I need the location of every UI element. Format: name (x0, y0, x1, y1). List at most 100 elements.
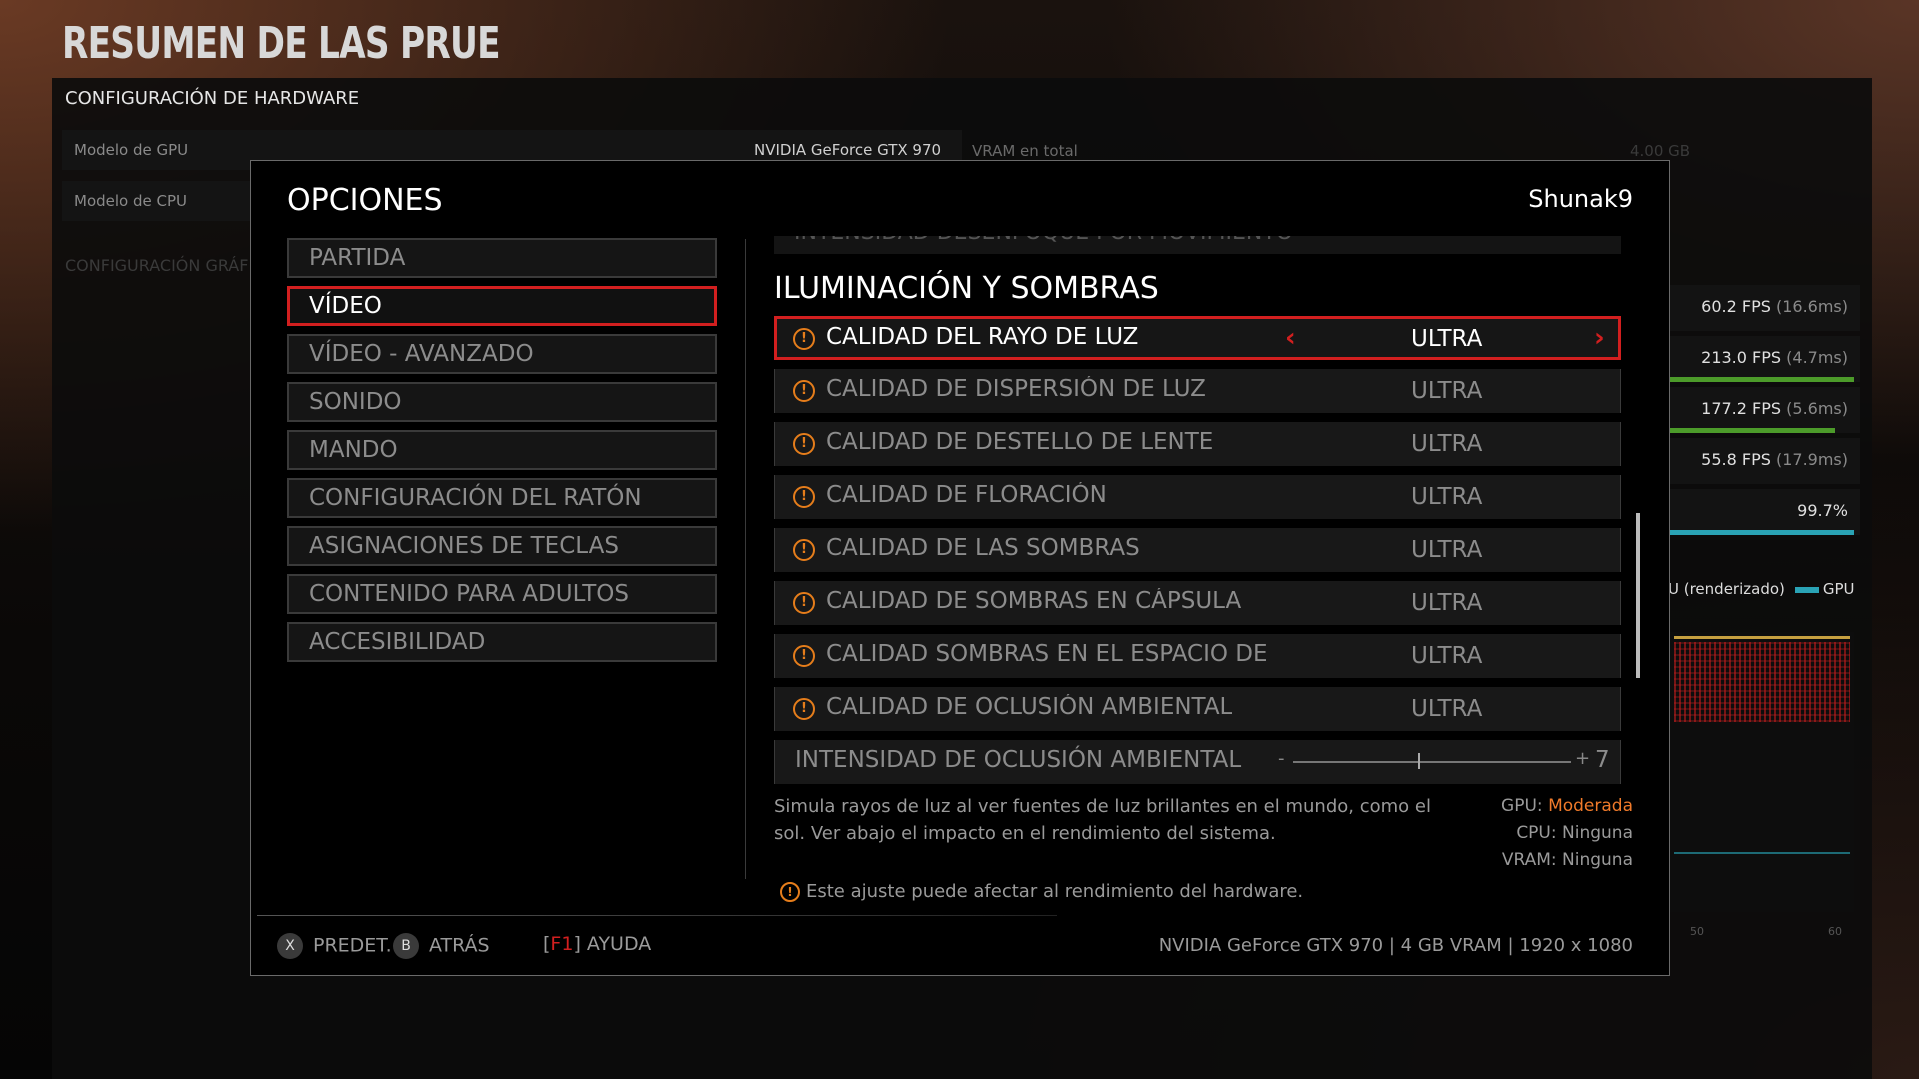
fps-stat: 60.2 FPS (16.6ms) (1670, 285, 1860, 331)
footer-divider (257, 915, 1057, 916)
fps-value: 213.0 FPS (1701, 348, 1782, 367)
option-label: INTENSIDAD DE OCLUSIÓN AMBIENTAL (795, 747, 1242, 773)
option-value: ULTRA (1411, 643, 1483, 669)
gpu-label: Modelo de GPU (74, 141, 189, 159)
fps-stat: 213.0 FPS (4.7ms) (1670, 336, 1860, 382)
warning-note: ! Este ajuste puede afectar al rendimient… (780, 881, 1303, 902)
frame-graph: 50 60 (1670, 632, 1854, 938)
option-label: CALIDAD DE SOMBRAS EN CÁPSULA (826, 588, 1242, 614)
fps-stat: 55.8 FPS (17.9ms) (1670, 438, 1860, 484)
option-label: CALIDAD DE FLORACIÓN (826, 482, 1107, 508)
option-value: ULTRA (1411, 378, 1483, 404)
fps-bar (1670, 428, 1835, 433)
slider-decrease[interactable]: - (1278, 748, 1285, 769)
graph-top-line (1674, 636, 1850, 639)
option-row-bloom[interactable]: ! CALIDAD DE FLORACIÓN ULTRA (774, 475, 1621, 519)
usage-stat: 99.7% (1670, 489, 1860, 535)
menu-item-partida[interactable]: PARTIDA (287, 238, 717, 278)
arrow-left-icon[interactable]: ‹ (1285, 323, 1296, 353)
section-heading: ILUMINACIÓN Y SOMBRAS (774, 271, 1159, 306)
performance-impact: GPU: Moderada CPU: Ninguna VRAM: Ninguna (1501, 793, 1633, 874)
impact-gpu-label: GPU: (1501, 796, 1543, 816)
fps-ms: (5.6ms) (1786, 399, 1848, 418)
graph-gpu-line (1674, 852, 1850, 854)
fps-value: 177.2 FPS (1701, 399, 1782, 418)
back-label: ATRÁS (429, 934, 490, 957)
menu-item-mando[interactable]: MANDO (287, 430, 717, 470)
menu-item-contenido-adultos[interactable]: CONTENIDO PARA ADULTOS (287, 574, 717, 614)
legend-gpu-swatch (1794, 586, 1819, 593)
option-value: ULTRA (1411, 537, 1483, 563)
arrow-right-icon[interactable]: › (1594, 323, 1605, 353)
slider-track[interactable] (1293, 761, 1571, 763)
legend-cpu: U (renderizado) (1668, 580, 1785, 598)
graphics-section-title: CONFIGURACIÓN GRÁF (65, 256, 249, 275)
fps-value: 60.2 FPS (1701, 297, 1771, 316)
option-label: CALIDAD DE LAS SOMBRAS (826, 535, 1140, 561)
default-label: PREDET. (313, 934, 392, 957)
warning-icon: ! (793, 645, 815, 667)
menu-item-video-avanzado[interactable]: VÍDEO - AVANZADO (287, 334, 717, 374)
option-label: CALIDAD DE DISPERSIÓN DE LUZ (826, 376, 1206, 402)
impact-vram-value: Ninguna (1562, 850, 1633, 870)
option-row-light-shaft[interactable]: ! CALIDAD DEL RAYO DE LUZ ‹ ULTRA › (774, 316, 1621, 360)
warning-icon: ! (793, 486, 815, 508)
impact-gpu-value: Moderada (1548, 796, 1633, 816)
warning-icon: ! (793, 433, 815, 455)
option-value: ULTRA (1411, 590, 1483, 616)
menu-item-teclas[interactable]: ASIGNACIONES DE TECLAS (287, 526, 717, 566)
option-row-light-scattering[interactable]: ! CALIDAD DE DISPERSIÓN DE LUZ ULTRA (774, 369, 1621, 413)
slider-handle[interactable] (1418, 753, 1421, 769)
column-divider (745, 239, 746, 879)
help-button[interactable]: [F1] AYUDA (543, 933, 651, 955)
option-description: Simula rayos de luz al ver fuentes de lu… (774, 796, 1431, 844)
option-value: ULTRA (1411, 484, 1483, 510)
warning-icon: ! (780, 882, 800, 902)
default-button[interactable]: X PREDET. (277, 933, 392, 959)
slider-increase[interactable]: + (1575, 748, 1590, 769)
settings-list: INTENSIDAD DESENFOQUE POR MOVIMIENTO ILU… (774, 236, 1624, 784)
usage-bar (1670, 530, 1854, 535)
scrollbar[interactable] (1636, 513, 1640, 678)
graph-legend: U (renderizado) GPU (1668, 580, 1855, 598)
option-row-ambient-occlusion[interactable]: ! CALIDAD DE OCLUSIÓN AMBIENTAL ULTRA (774, 687, 1621, 731)
option-row-shadows[interactable]: ! CALIDAD DE LAS SOMBRAS ULTRA (774, 528, 1621, 572)
menu-item-video[interactable]: VÍDEO (287, 286, 717, 326)
back-button[interactable]: B ATRÁS (393, 933, 490, 959)
option-row-screen-space-shadows[interactable]: ! CALIDAD SOMBRAS EN EL ESPACIO DE PAN U… (774, 634, 1621, 678)
dialog-title: OPCIONES (287, 183, 443, 218)
benchmark-title: RESUMEN DE LAS PRUE (62, 18, 501, 69)
graph-axis-tick: 60 (1828, 925, 1842, 938)
fps-ms: (16.6ms) (1775, 297, 1848, 316)
option-row-motion-blur[interactable]: INTENSIDAD DESENFOQUE POR MOVIMIENTO (774, 236, 1621, 254)
option-label: CALIDAD DE OCLUSIÓN AMBIENTAL (826, 694, 1233, 720)
fps-bar (1670, 377, 1854, 382)
f1-key-close: ] (573, 933, 581, 955)
hardware-section-title: CONFIGURACIÓN DE HARDWARE (65, 88, 360, 109)
fps-value: 55.8 FPS (1701, 450, 1771, 469)
warning-icon: ! (793, 698, 815, 720)
option-label: CALIDAD DE DESTELLO DE LENTE (826, 429, 1214, 455)
options-dialog: OPCIONES Shunak9 PARTIDA VÍDEO VÍDEO - A… (250, 160, 1670, 976)
impact-vram-label: VRAM: (1501, 850, 1557, 870)
warning-note-text: Este ajuste puede afectar al rendimiento… (806, 881, 1304, 902)
fps-ms: (17.9ms) (1775, 450, 1848, 469)
option-value: ULTRA (1411, 431, 1483, 457)
graph-axis-tick: 50 (1690, 925, 1704, 938)
menu-item-sonido[interactable]: SONIDO (287, 382, 717, 422)
legend-gpu: GPU (1822, 580, 1855, 598)
usage-value: 99.7% (1797, 501, 1848, 520)
menu-item-accesibilidad[interactable]: ACCESIBILIDAD (287, 622, 717, 662)
menu-item-raton[interactable]: CONFIGURACIÓN DEL RATÓN (287, 478, 717, 518)
system-info: NVIDIA GeForce GTX 970 | 4 GB VRAM | 192… (1158, 935, 1633, 956)
warning-icon: ! (793, 539, 815, 561)
graph-noise (1674, 642, 1850, 722)
vram-value: 4.00 GB (1630, 142, 1691, 160)
help-label: AYUDA (586, 933, 652, 955)
warning-icon: ! (793, 592, 815, 614)
vram-label: VRAM en total (972, 142, 1078, 160)
option-row-ao-intensity[interactable]: INTENSIDAD DE OCLUSIÓN AMBIENTAL - + 7 (774, 740, 1621, 784)
option-row-capsule-shadows[interactable]: ! CALIDAD DE SOMBRAS EN CÁPSULA ULTRA (774, 581, 1621, 625)
username: Shunak9 (1528, 185, 1633, 213)
option-row-lens-flare[interactable]: ! CALIDAD DE DESTELLO DE LENTE ULTRA (774, 422, 1621, 466)
